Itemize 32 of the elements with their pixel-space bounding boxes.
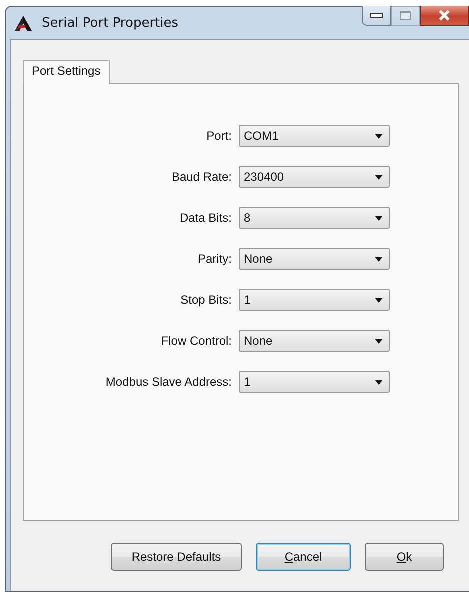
caret-icon bbox=[375, 174, 383, 180]
close-button[interactable] bbox=[420, 6, 469, 26]
field-label: Data Bits: bbox=[178, 211, 233, 225]
dropdown[interactable]: None bbox=[239, 330, 390, 352]
dropdown[interactable]: COM1 bbox=[239, 125, 390, 147]
minimize-icon bbox=[370, 13, 383, 18]
field-label: Modbus Slave Address: bbox=[104, 375, 233, 389]
caret-icon bbox=[375, 256, 383, 262]
close-icon bbox=[438, 10, 451, 21]
tab[interactable]: Port Settings bbox=[23, 60, 110, 84]
caret-icon bbox=[375, 216, 383, 220]
minimize-button[interactable] bbox=[362, 6, 391, 26]
ok-button[interactable]: Ok bbox=[365, 543, 444, 571]
field-label: Flow Control: bbox=[160, 334, 233, 348]
field-label: Baud Rate: bbox=[170, 170, 233, 184]
app-logo-icon bbox=[14, 14, 33, 32]
restore-defaults-button[interactable]: Restore Defaults bbox=[111, 543, 242, 571]
dropdown[interactable]: None bbox=[239, 248, 390, 270]
dropdown[interactable]: 1 bbox=[239, 289, 390, 311]
field-label: Port: bbox=[206, 129, 233, 143]
maximize-icon bbox=[400, 11, 411, 20]
dropdown[interactable]: 8 bbox=[239, 207, 390, 229]
cancel-button[interactable]: Cancel bbox=[256, 543, 351, 571]
field-label: Stop Bits: bbox=[180, 293, 233, 307]
caret-icon bbox=[375, 298, 383, 302]
dropdown[interactable]: 230400 bbox=[239, 166, 390, 188]
caret-icon bbox=[375, 338, 383, 344]
caret-icon bbox=[375, 134, 383, 138]
dropdown[interactable]: 1 bbox=[239, 371, 390, 393]
window-title: Serial Port Properties bbox=[42, 16, 179, 30]
caret-icon bbox=[375, 380, 383, 384]
field-label: Parity: bbox=[196, 252, 233, 266]
